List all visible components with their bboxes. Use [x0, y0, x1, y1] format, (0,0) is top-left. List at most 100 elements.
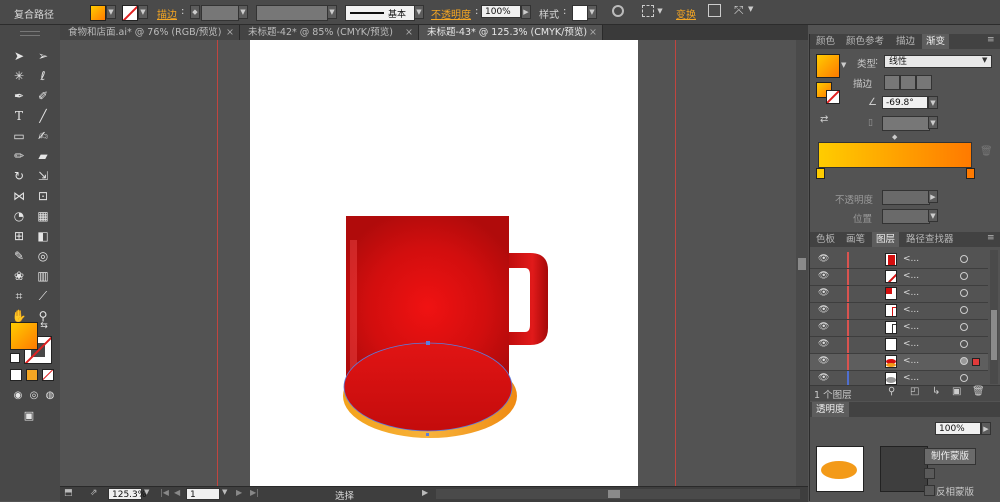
gradient-stroke-box[interactable]: [826, 90, 840, 104]
visibility-eye-icon[interactable]: 👁: [818, 305, 829, 315]
zoom-field[interactable]: 125.3%: [108, 488, 146, 500]
toolbar-grip[interactable]: [20, 31, 40, 36]
target-circle-icon[interactable]: [960, 272, 968, 280]
vertical-scrollbar[interactable]: [796, 40, 808, 486]
stroke-dropdown-icon[interactable]: ▼: [138, 5, 148, 19]
first-artboard-icon[interactable]: |◀: [160, 488, 169, 497]
opacity-field[interactable]: 100%: [481, 5, 521, 18]
visibility-eye-icon[interactable]: 👁: [818, 254, 829, 264]
perspective-grid-tool-icon[interactable]: ▦: [34, 207, 52, 225]
stop-opacity-dropdown-icon[interactable]: ▶: [928, 190, 938, 203]
symbol-sprayer-tool-icon[interactable]: ❀: [10, 267, 28, 285]
eyedropper-tool-icon[interactable]: ✎: [10, 247, 28, 265]
aspect-ratio-dropdown-icon[interactable]: ▼: [928, 116, 938, 129]
stop-location-dropdown-icon[interactable]: ▼: [928, 209, 938, 222]
stroke-weight-field[interactable]: [201, 5, 239, 21]
tab-color-guide[interactable]: 颜色参考: [842, 34, 888, 49]
visibility-eye-icon[interactable]: 👁: [818, 356, 829, 366]
delete-layer-icon[interactable]: 🗑: [972, 386, 985, 397]
locate-object-icon[interactable]: ⚲: [888, 386, 895, 397]
column-graph-tool-icon[interactable]: ▥: [34, 267, 52, 285]
anchor-point[interactable]: [426, 341, 430, 345]
slice-tool-icon[interactable]: ⟋: [34, 287, 52, 305]
tab-stroke[interactable]: 描边: [892, 34, 919, 49]
last-artboard-icon[interactable]: ▶|: [250, 488, 259, 497]
tab-pathfinder[interactable]: 路径查找器: [902, 232, 958, 247]
lasso-tool-icon[interactable]: ℓ: [34, 67, 52, 85]
tab-brushes[interactable]: 画笔: [842, 232, 869, 247]
transform-label[interactable]: 变换: [676, 6, 696, 21]
tab-transparency[interactable]: 透明度: [812, 402, 849, 417]
target-circle-icon[interactable]: [960, 357, 968, 365]
isolate-icon[interactable]: [708, 4, 721, 17]
rectangle-tool-icon[interactable]: ▭: [10, 127, 28, 145]
aspect-ratio-field[interactable]: [882, 116, 930, 131]
layer-row[interactable]: 👁 <...: [810, 269, 988, 286]
transparency-opacity-dropdown-icon[interactable]: ▶: [981, 422, 991, 435]
visibility-eye-icon[interactable]: 👁: [818, 339, 829, 349]
mask-thumbnail[interactable]: [880, 446, 928, 492]
blend-tool-icon[interactable]: ◎: [34, 247, 52, 265]
line-tool-icon[interactable]: ╱: [34, 107, 52, 125]
layer-row[interactable]: 👁 <...: [810, 320, 988, 337]
none-mode-icon[interactable]: [42, 369, 54, 381]
layers-scrollbar[interactable]: [990, 250, 998, 384]
gradient-type-dropdown-icon[interactable]: ▼: [982, 56, 987, 64]
anchor-point[interactable]: [426, 433, 429, 436]
artboard-number-field[interactable]: 1: [186, 488, 220, 500]
close-icon[interactable]: ×: [589, 25, 597, 40]
next-artboard-icon[interactable]: ▶: [236, 488, 242, 497]
tab-layers[interactable]: 图层: [872, 232, 900, 247]
mesh-tool-icon[interactable]: ⊞: [10, 227, 28, 245]
delete-stop-icon[interactable]: 🗑: [980, 146, 993, 157]
panel-menu-icon[interactable]: ≡: [987, 35, 995, 45]
new-layer-icon[interactable]: ▣: [952, 386, 961, 397]
mug-handle[interactable]: [509, 253, 548, 345]
midpoint-diamond-icon[interactable]: ◆: [892, 133, 897, 141]
gradient-tool-icon[interactable]: ◧: [34, 227, 52, 245]
angle-field[interactable]: -69.8°: [882, 96, 928, 109]
opacity-dropdown-icon[interactable]: ▶: [521, 5, 531, 19]
gradient-thumbnail[interactable]: [816, 54, 840, 78]
arrange-icon[interactable]: ⤧: [734, 3, 744, 18]
layer-row[interactable]: 👁 <...: [810, 303, 988, 320]
prev-artboard-icon[interactable]: ◀: [174, 488, 180, 497]
variable-width-dropdown-icon[interactable]: ▼: [327, 5, 337, 19]
zoom-dropdown-icon[interactable]: ▼: [144, 488, 149, 496]
free-transform-tool-icon[interactable]: ⊡: [34, 187, 52, 205]
arrange-dropdown-icon[interactable]: ▼: [748, 5, 753, 13]
artboard-dropdown-icon[interactable]: ▼: [222, 488, 227, 496]
gradient-slider[interactable]: [818, 142, 972, 168]
pen-tool-icon[interactable]: ✒: [10, 87, 28, 105]
target-circle-icon[interactable]: [960, 255, 968, 263]
status-left-icon[interactable]: ⬒: [64, 488, 73, 498]
fill-color-box[interactable]: [10, 322, 38, 350]
width-tool-icon[interactable]: ⋈: [10, 187, 28, 205]
opacity-label[interactable]: 不透明度: [431, 6, 471, 21]
tab-document-1[interactable]: 食物和店面.ai* @ 76% (RGB/预览) ×: [60, 25, 240, 40]
style-swatch[interactable]: [572, 5, 588, 21]
draw-inside-icon[interactable]: ◍: [41, 387, 59, 405]
tab-document-2[interactable]: 未标题-42* @ 85% (CMYK/预览) ×: [240, 25, 419, 40]
layer-row[interactable]: 👁 <...: [810, 252, 988, 269]
scrollbar-thumb[interactable]: [798, 258, 806, 270]
close-icon[interactable]: ×: [405, 25, 413, 40]
gradient-type-select[interactable]: 线性: [884, 55, 992, 68]
tab-gradient[interactable]: 渐变: [922, 34, 950, 49]
target-circle-icon[interactable]: [960, 306, 968, 314]
gradient-stop-left[interactable]: [816, 168, 825, 179]
stroke-weight-stepper[interactable]: ◆: [190, 5, 200, 19]
stroke-swatch[interactable]: [122, 5, 138, 21]
export-icon[interactable]: ⇗: [90, 488, 98, 498]
tab-color[interactable]: 颜色: [812, 34, 839, 49]
default-colors-icon[interactable]: [10, 353, 20, 363]
visibility-eye-icon[interactable]: 👁: [818, 373, 829, 383]
visibility-eye-icon[interactable]: 👁: [818, 288, 829, 298]
magic-wand-tool-icon[interactable]: ✳: [10, 67, 28, 85]
rotate-tool-icon[interactable]: ↻: [10, 167, 28, 185]
target-circle-icon[interactable]: [960, 289, 968, 297]
clipping-mask-icon[interactable]: ◰: [910, 386, 919, 397]
new-sublayer-icon[interactable]: ↳: [932, 386, 940, 397]
screen-mode-icon[interactable]: ▣: [20, 407, 38, 425]
transparency-opacity-field[interactable]: 100%: [935, 422, 981, 435]
